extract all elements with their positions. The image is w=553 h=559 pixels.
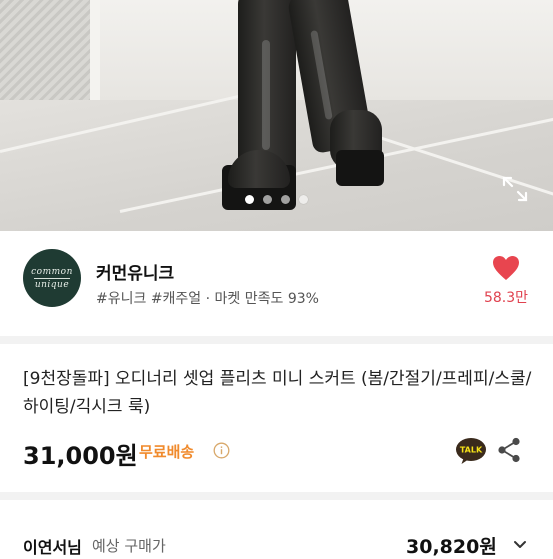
carousel-dot[interactable] <box>299 194 308 204</box>
image-window <box>0 0 100 110</box>
buyer-name: 이연서님 <box>23 538 82 557</box>
like-count: 58.3만 <box>483 290 529 306</box>
expand-icon[interactable] <box>500 174 530 204</box>
heart-icon <box>493 256 519 280</box>
product-price: 31,000원 <box>23 442 138 470</box>
seller-section[interactable]: common unique 커먼유니크 #유니크 #캐주얼 · 마켓 만족도 9… <box>0 231 553 336</box>
estimated-price: 30,820원 <box>406 536 497 558</box>
shipping-badge: 무료배송 <box>139 443 195 461</box>
seller-name[interactable]: 커먼유니크 <box>96 259 174 284</box>
kakao-talk-label: TALK <box>460 446 483 455</box>
section-divider <box>0 492 553 500</box>
product-image-carousel[interactable] <box>0 0 553 231</box>
share-icon[interactable] <box>497 437 521 463</box>
boot-shine <box>262 40 270 150</box>
seller-logo[interactable]: common unique <box>23 249 81 307</box>
info-icon[interactable] <box>213 442 230 459</box>
kakao-talk-icon[interactable]: TALK <box>455 437 487 465</box>
carousel-dot[interactable] <box>245 194 254 204</box>
carousel-dot[interactable] <box>281 194 290 204</box>
chevron-down-icon[interactable] <box>512 536 528 552</box>
logo-rule <box>34 277 70 279</box>
logo-text-top: common <box>31 266 73 277</box>
like-button[interactable]: 58.3만 <box>476 255 536 307</box>
seller-tags: #유니크 #캐주얼 · 마켓 만족도 93% <box>96 291 319 307</box>
carousel-dot[interactable] <box>263 194 272 204</box>
boot-right-sole <box>336 150 384 186</box>
section-divider <box>0 336 553 344</box>
product-title: [9천장돌파] 오디너리 셋업 플리츠 미니 스커트 (봄/간절기/프레피/스쿨… <box>23 369 532 417</box>
logo-text-bottom: unique <box>34 279 70 290</box>
carousel-indicator <box>0 192 553 206</box>
estimated-price-row[interactable]: 이연서님 예상 구매가 30,820원 <box>0 522 553 558</box>
